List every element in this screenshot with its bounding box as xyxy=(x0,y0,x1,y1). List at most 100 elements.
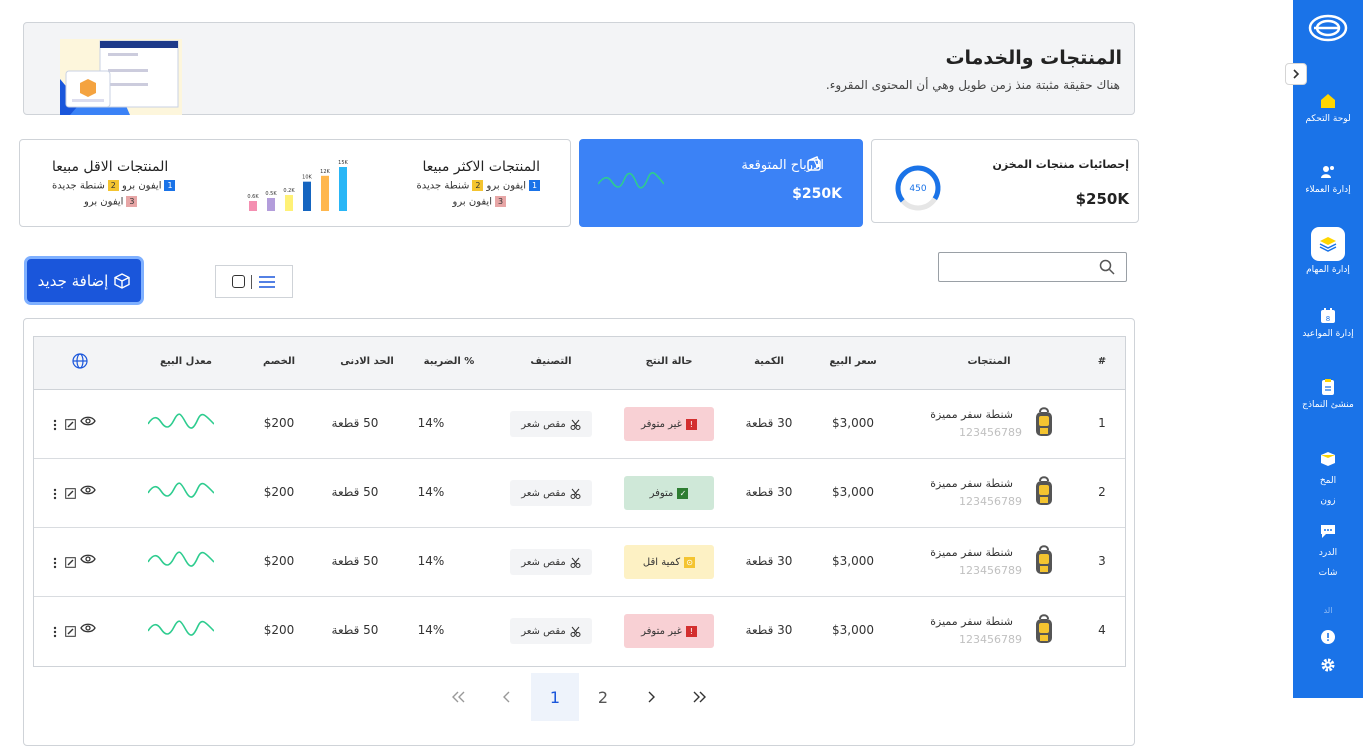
product-name[interactable]: شنطة سفر مميزة xyxy=(930,477,1013,490)
checkbox-icon[interactable] xyxy=(232,275,245,288)
status-label: كمية اقل xyxy=(642,556,681,568)
sidebar-item-chat[interactable]: الدرد شات xyxy=(1293,522,1363,578)
tax-cell: 14% xyxy=(417,485,445,499)
double-chevron-right-icon xyxy=(693,691,706,703)
backpack-icon xyxy=(1036,476,1052,505)
product-name[interactable]: شنطة سفر مميزة xyxy=(930,408,1013,421)
product-name[interactable]: شنطة سفر مميزة xyxy=(930,546,1013,559)
best-selling-item-2: شنطة جديدة xyxy=(416,180,470,192)
view-icon[interactable] xyxy=(80,622,96,634)
pagination-page-2[interactable]: 2 xyxy=(579,673,627,721)
col-discount-header[interactable]: الخصم xyxy=(247,356,311,367)
view-icon[interactable] xyxy=(80,553,96,565)
calendar-icon: 8 xyxy=(1321,308,1335,323)
sales-rate-sparkline xyxy=(148,482,214,498)
backpack-icon xyxy=(1036,614,1052,643)
inventory-stats-title: إحصائيات منتجات المخزن xyxy=(992,158,1129,171)
chart-bar xyxy=(303,181,311,211)
more-options-icon[interactable] xyxy=(53,626,57,638)
sidebar-collapse-button[interactable] xyxy=(1285,63,1307,85)
least-selling-line1: 1ايفون برو 2شنطة جديدة xyxy=(52,180,176,192)
min-cell: 50 قطعة xyxy=(331,554,379,568)
info-icon[interactable] xyxy=(1320,629,1336,645)
box-icon xyxy=(1321,452,1335,466)
quantity-cell: 30 قطعة xyxy=(745,623,793,637)
sidebar-item-inventory[interactable]: المخ زون xyxy=(1293,450,1363,506)
sidebar-item-label: منشئ النماذج xyxy=(1302,400,1354,410)
home-icon xyxy=(1321,94,1335,108)
scissors-icon xyxy=(570,488,581,499)
chart-bar xyxy=(321,175,329,211)
chart-bar-label: 15K xyxy=(338,160,348,166)
sidebar-item-partial[interactable]: الد xyxy=(1293,606,1363,615)
table-row[interactable]: 1 شنطة سفر مميزة 123456789 $3,000 30 قطعة! غي… xyxy=(34,390,1125,459)
gauge-value: 450 xyxy=(909,184,926,194)
search-input[interactable] xyxy=(938,252,1127,282)
product-name[interactable]: شنطة سفر مميزة xyxy=(930,615,1013,628)
category-chip: مقص شعر xyxy=(510,480,592,506)
edit-icon[interactable] xyxy=(65,488,76,499)
profits-amount: $250K xyxy=(792,186,842,202)
col-price-header[interactable]: سعر البيع xyxy=(813,356,893,367)
chart-bar xyxy=(339,167,347,211)
price-cell: $3,000 xyxy=(832,554,874,568)
view-icon[interactable] xyxy=(80,415,96,427)
col-category-header[interactable]: التصنيف xyxy=(511,356,591,367)
col-sales-rate-header[interactable]: معدل البيع xyxy=(146,356,226,367)
tax-cell: 14% xyxy=(417,623,445,637)
pagination-first[interactable] xyxy=(435,673,483,721)
chart-bar-label: 0.6K xyxy=(247,194,259,200)
col-index-header[interactable]: # xyxy=(1092,356,1112,367)
sidebar-item-appointments[interactable]: 8 إدارة المواعيد xyxy=(1293,307,1363,339)
pagination-page-1[interactable]: 1 xyxy=(531,673,579,721)
sales-rate-sparkline xyxy=(148,413,214,429)
active-item-box xyxy=(1311,227,1345,261)
pagination-next[interactable] xyxy=(627,673,675,721)
sidebar-item-form-builder[interactable]: منشئ النماذج xyxy=(1293,378,1363,410)
more-options-icon[interactable] xyxy=(53,557,57,569)
row-index: 2 xyxy=(1098,485,1106,499)
status-label: غير متوفر xyxy=(641,625,682,637)
brand-logo[interactable] xyxy=(1308,12,1348,44)
col-status-header[interactable]: حالة النتج xyxy=(624,356,714,367)
rank-badge-3: 3 xyxy=(495,196,506,207)
chat-icon xyxy=(1321,525,1335,538)
more-options-icon[interactable] xyxy=(53,488,57,500)
globe-icon[interactable] xyxy=(72,353,88,369)
add-new-button[interactable]: إضافة جديد xyxy=(24,256,144,305)
col-min-header[interactable]: الحد الادنى xyxy=(327,356,407,367)
sidebar-item-dashboard[interactable]: لوحة التحكم xyxy=(1293,92,1363,124)
sidebar-item-label: لوحة التحكم xyxy=(1305,114,1351,124)
rank-badge-1: 1 xyxy=(164,180,176,191)
col-quantity-header[interactable]: الكمية xyxy=(734,356,804,367)
gear-icon[interactable] xyxy=(1320,657,1336,673)
search-icon[interactable] xyxy=(1099,259,1115,275)
sidebar-item-tasks[interactable]: إدارة المهام xyxy=(1293,227,1363,275)
page-title: المنتجات والخدمات xyxy=(945,47,1122,69)
sales-rate-sparkline xyxy=(148,620,214,636)
status-icon: ✓ xyxy=(677,487,689,499)
col-products-header[interactable]: المنتجات xyxy=(939,356,1039,367)
list-view-icon[interactable] xyxy=(258,275,276,289)
status-label: غير متوفر xyxy=(641,418,682,430)
edit-icon[interactable] xyxy=(65,626,76,637)
more-options-icon[interactable] xyxy=(53,419,57,431)
search-field[interactable] xyxy=(941,255,1091,279)
row-index: 1 xyxy=(1098,416,1106,430)
view-icon[interactable] xyxy=(80,484,96,496)
table-row[interactable]: 2 شنطة سفر مميزة 123456789 $3,000 30 قطعة ✓ مت… xyxy=(34,459,1125,528)
least-selling-item-1: ايفون برو xyxy=(122,180,162,192)
edit-icon[interactable] xyxy=(65,419,76,430)
pagination-prev[interactable] xyxy=(483,673,531,721)
inventory-stats-card: إحصائيات منتجات المخزن $250K 450 xyxy=(871,139,1139,223)
chart-bar xyxy=(267,198,275,211)
table-row[interactable]: 3 شنطة سفر مميزة 123456789 $3,000 30 قطعة ⊙ كم… xyxy=(34,528,1125,597)
best-selling-line2: 3ايفون برو xyxy=(453,196,506,208)
table-row[interactable]: 4 شنطة سفر مميزة 123456789 $3,000 30 قطعة! غي… xyxy=(34,597,1125,666)
view-toggle[interactable] xyxy=(215,265,293,298)
pagination-last[interactable] xyxy=(675,673,723,721)
col-tax-header[interactable]: الضريبة % xyxy=(409,356,489,367)
chart-bar xyxy=(249,201,257,211)
edit-icon[interactable] xyxy=(65,557,76,568)
sidebar-item-customers[interactable]: إدارة العملاء xyxy=(1293,163,1363,195)
